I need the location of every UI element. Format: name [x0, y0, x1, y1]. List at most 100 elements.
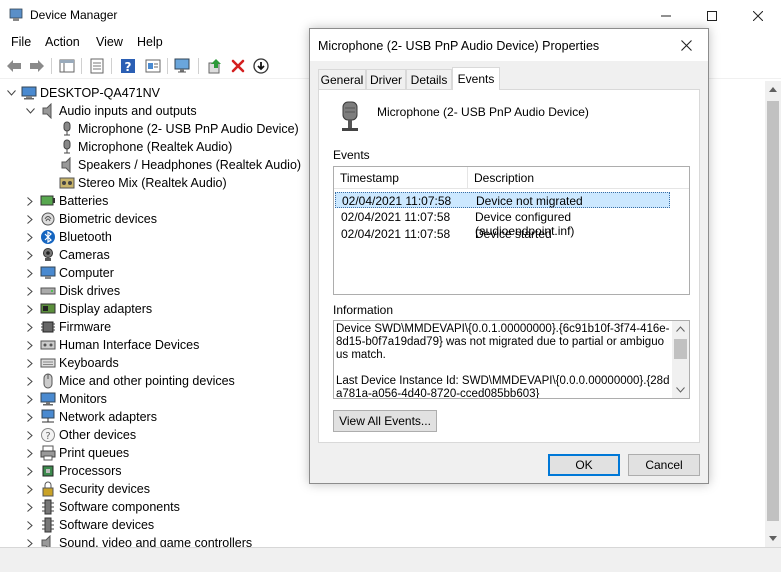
tree-item-category[interactable]: Security devices — [24, 480, 150, 498]
menu-view[interactable]: View — [96, 35, 123, 49]
tree-item-category[interactable]: Monitors — [24, 390, 107, 408]
tab-details[interactable]: Details — [406, 69, 452, 89]
chevron-right-icon[interactable] — [24, 462, 36, 480]
tree-item-audio-child[interactable]: Microphone (Realtek Audio) — [59, 138, 232, 156]
tree-item-category[interactable]: Human Interface Devices — [24, 336, 199, 354]
chevron-right-icon[interactable] — [24, 264, 36, 282]
chip-icon — [40, 499, 56, 515]
device-name: Microphone (2- USB PnP Audio Device) — [377, 105, 589, 119]
chevron-right-icon[interactable] — [24, 408, 36, 426]
tree-item-category[interactable]: Sound, video and game controllers — [24, 534, 252, 547]
menu-help[interactable]: Help — [137, 35, 163, 49]
information-scroll-thumb[interactable] — [674, 339, 687, 359]
chevron-right-icon[interactable] — [24, 516, 36, 534]
back-icon[interactable] — [5, 57, 23, 75]
tree-item-label: Disk drives — [59, 284, 121, 298]
chevron-down-icon[interactable] — [5, 84, 17, 102]
chevron-right-icon[interactable] — [24, 318, 36, 336]
chevron-right-icon[interactable] — [24, 210, 36, 228]
tree-item-audio[interactable]: Audio inputs and outputs — [24, 102, 197, 120]
properties-icon[interactable] — [88, 57, 106, 75]
chevron-right-icon[interactable] — [24, 534, 36, 547]
chevron-down-icon[interactable] — [676, 387, 685, 393]
chevron-right-icon[interactable] — [24, 390, 36, 408]
ok-button[interactable]: OK — [548, 454, 620, 476]
tree-root[interactable]: DESKTOP-QA471NV — [5, 84, 160, 102]
dialog-close-button[interactable] — [664, 29, 708, 61]
tree-item-category[interactable]: Biometric devices — [24, 210, 157, 228]
events-list[interactable]: Timestamp Description 02/04/2021 11:07:5… — [333, 166, 690, 295]
tree-item-category[interactable]: Processors — [24, 462, 122, 480]
event-description: Device started — [475, 227, 552, 241]
processor-icon — [40, 463, 56, 479]
chevron-right-icon[interactable] — [24, 282, 36, 300]
scroll-up-arrow-icon[interactable] — [765, 81, 781, 98]
tree-item-audio-child[interactable]: Microphone (2- USB PnP Audio Device) — [59, 120, 299, 138]
view-all-events-button[interactable]: View All Events... — [333, 410, 437, 432]
cancel-button[interactable]: Cancel — [628, 454, 700, 476]
information-textbox[interactable]: Device SWD\MMDEVAPI\{0.0.1.00000000}.{6c… — [333, 320, 690, 399]
tree-item-category[interactable]: Print queues — [24, 444, 129, 462]
tree-item-category[interactable]: Display adapters — [24, 300, 152, 318]
chevron-right-icon[interactable] — [24, 300, 36, 318]
chevron-right-icon[interactable] — [24, 480, 36, 498]
tree-item-category[interactable]: Network adapters — [24, 408, 157, 426]
uninstall-icon[interactable] — [229, 57, 247, 75]
chevron-right-icon[interactable] — [24, 192, 36, 210]
chevron-right-icon[interactable] — [24, 246, 36, 264]
chevron-right-icon[interactable] — [24, 354, 36, 372]
disk-drive-icon — [40, 283, 56, 299]
tree-item-category[interactable]: Batteries — [24, 192, 108, 210]
tree-item-category[interactable]: Software devices — [24, 516, 154, 534]
tree-item-category[interactable]: Firmware — [24, 318, 111, 336]
scroll-thumb[interactable] — [767, 101, 779, 521]
chevron-up-icon[interactable] — [676, 326, 685, 332]
view-icon[interactable] — [144, 57, 162, 75]
event-row[interactable]: 02/04/2021 11:07:58 Device not migrated — [335, 192, 670, 208]
events-label: Events — [333, 148, 370, 162]
tree-item-audio-child[interactable]: Speakers / Headphones (Realtek Audio) — [59, 156, 301, 174]
lock-icon — [40, 481, 56, 497]
tree-item-category[interactable]: Mice and other pointing devices — [24, 372, 235, 390]
scroll-down-arrow-icon[interactable] — [765, 530, 781, 547]
tree-item-category[interactable]: Cameras — [24, 246, 110, 264]
close-button[interactable] — [735, 0, 781, 31]
tab-general[interactable]: General — [318, 69, 366, 89]
chevron-right-icon[interactable] — [24, 426, 36, 444]
chevron-right-icon[interactable] — [24, 372, 36, 390]
chevron-right-icon[interactable] — [24, 228, 36, 246]
column-header-timestamp[interactable]: Timestamp — [334, 167, 468, 189]
tab-events[interactable]: Events — [452, 67, 500, 90]
information-scrollbar[interactable] — [672, 321, 689, 398]
tree-item-category[interactable]: ? Other devices — [24, 426, 136, 444]
disable-icon[interactable] — [252, 57, 270, 75]
chevron-right-icon[interactable] — [24, 336, 36, 354]
event-timestamp: 02/04/2021 11:07:58 — [341, 227, 451, 241]
tree-item-category[interactable]: Bluetooth — [24, 228, 112, 246]
chip-icon — [40, 517, 56, 533]
help-icon[interactable]: ? — [119, 57, 137, 75]
scan-hardware-icon[interactable] — [174, 57, 192, 75]
maximize-button[interactable] — [689, 0, 735, 31]
event-row[interactable]: 02/04/2021 11:07:58 Device started — [335, 226, 670, 242]
tree-scrollbar[interactable] — [765, 81, 781, 547]
minimize-button[interactable] — [643, 0, 689, 31]
tree-item-category[interactable]: Software components — [24, 498, 180, 516]
chevron-down-icon[interactable] — [24, 102, 36, 120]
device-manager-icon — [9, 8, 23, 21]
tree-item-category[interactable]: Keyboards — [24, 354, 119, 372]
forward-icon[interactable] — [28, 57, 46, 75]
tree-item-category[interactable]: Computer — [24, 264, 114, 282]
column-header-description[interactable]: Description — [468, 167, 689, 189]
show-hide-icon[interactable] — [58, 57, 76, 75]
tree-item-audio-child[interactable]: Stereo Mix (Realtek Audio) — [59, 174, 227, 192]
update-driver-icon[interactable] — [206, 57, 224, 75]
tree-item-label: Sound, video and game controllers — [59, 536, 253, 547]
chevron-right-icon[interactable] — [24, 444, 36, 462]
chevron-right-icon[interactable] — [24, 498, 36, 516]
menu-action[interactable]: Action — [45, 35, 80, 49]
tree-item-category[interactable]: Disk drives — [24, 282, 120, 300]
tab-driver[interactable]: Driver — [366, 69, 406, 89]
event-row[interactable]: 02/04/2021 11:07:58 Device configured (au… — [335, 209, 670, 238]
menu-file[interactable]: File — [11, 35, 31, 49]
